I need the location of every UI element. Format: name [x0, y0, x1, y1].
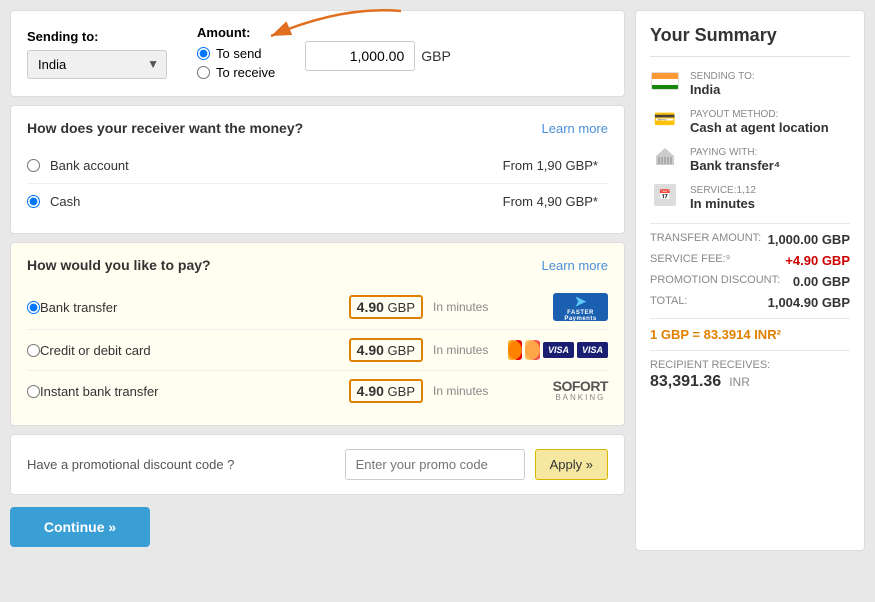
continue-button[interactable]: Continue »	[10, 507, 150, 547]
summary-promotion-label: PROMOTION DISCOUNT:	[650, 274, 780, 289]
summary-sending-to-val: India	[690, 82, 755, 97]
amount-input[interactable]	[305, 41, 415, 71]
bank-account-fee: From 1,90 GBP*	[503, 158, 598, 173]
cash-label: Cash	[50, 194, 503, 209]
summary-payout-label: PAYOUT METHOD:	[690, 109, 829, 120]
to-send-radio[interactable]	[197, 47, 210, 60]
promo-input[interactable]	[345, 449, 525, 480]
summary-total-label: TOTAL:	[650, 295, 688, 310]
india-flag-icon	[650, 71, 680, 91]
summary-recipient-row: RECIPIENT RECEIVES: 83,391.36 INR	[650, 359, 850, 391]
currency-label: GBP	[421, 48, 451, 64]
summary-panel: Your Summary SENDING TO: India 💳 PAYOUT	[635, 10, 865, 551]
summary-sending-to-label: SENDING TO:	[690, 71, 755, 82]
instant-bank-option[interactable]: Instant bank transfer 4.90 GBP In minute…	[27, 371, 608, 411]
bank-icon	[650, 147, 680, 167]
bank-transfer-radio[interactable]	[27, 301, 40, 314]
promo-label: Have a promotional discount code ?	[27, 457, 335, 472]
destination-select[interactable]: India	[27, 50, 167, 79]
maestro-icon	[508, 340, 522, 360]
bank-transfer-time: In minutes	[433, 300, 508, 314]
instant-bank-radio[interactable]	[27, 385, 40, 398]
summary-transfer-amount-label: TRANSFER AMOUNT:	[650, 232, 761, 247]
visa-icon-2: VISA	[577, 342, 608, 358]
bank-building-icon	[654, 146, 676, 168]
summary-sending-to: SENDING TO: India	[650, 71, 850, 97]
calendar-icon: 📅	[650, 185, 680, 205]
summary-promotion-row: PROMOTION DISCOUNT: 0.00 GBP	[650, 274, 850, 289]
summary-service-label: SERVICE:1,12	[690, 185, 756, 196]
to-receive-radio[interactable]	[197, 66, 210, 79]
summary-service: 📅 SERVICE:1,12 In minutes	[650, 185, 850, 211]
credit-debit-time: In minutes	[433, 343, 508, 357]
cash-option[interactable]: Cash From 4,90 GBP*	[27, 184, 608, 219]
summary-paying-label: PAYING WITH:	[690, 147, 780, 158]
summary-recipient-label: RECIPIENT RECEIVES:	[650, 359, 850, 371]
bank-account-option[interactable]: Bank account From 1,90 GBP*	[27, 148, 608, 184]
bank-transfer-fee: 4.90 GBP	[349, 295, 423, 319]
summary-recipient-currency: INR	[729, 375, 750, 389]
cash-fee: From 4,90 GBP*	[503, 194, 598, 209]
card-logos: VISA VISA	[508, 340, 608, 360]
bank-transfer-option[interactable]: Bank transfer 4.90 GBP In minutes ➤ FAST…	[27, 285, 608, 330]
summary-promotion-val: 0.00 GBP	[793, 274, 850, 289]
visa-icon-1: VISA	[543, 342, 574, 358]
summary-transfer-amount-row: TRANSFER AMOUNT: 1,000.00 GBP	[650, 232, 850, 247]
summary-service-fee-val: +4.90 GBP	[785, 253, 850, 268]
credit-debit-radio[interactable]	[27, 344, 40, 357]
to-send-label: To send	[216, 46, 262, 61]
pay-learn-more[interactable]: Learn more	[542, 258, 608, 273]
summary-paying-val: Bank transfer⁴	[690, 158, 780, 173]
to-receive-label: To receive	[216, 65, 275, 80]
sofort-logo: SOFORT BANKING	[508, 379, 608, 403]
summary-service-fee-label: SERVICE FEE:⁹	[650, 253, 730, 268]
bank-account-label: Bank account	[50, 158, 503, 173]
instant-bank-time: In minutes	[433, 384, 508, 398]
payout-icon: 💳	[650, 109, 680, 129]
credit-debit-label: Credit or debit card	[40, 343, 349, 358]
receiver-section-title: How does your receiver want the money?	[27, 120, 303, 136]
summary-paying: PAYING WITH: Bank transfer⁴	[650, 147, 850, 173]
instant-bank-fee: 4.90 GBP	[349, 379, 423, 403]
summary-recipient-amount: 83,391.36	[650, 373, 721, 391]
sending-to-label: Sending to:	[27, 29, 167, 44]
mastercard-icon	[525, 340, 539, 360]
exchange-rate: 1 GBP = 83.3914 INR²	[650, 327, 850, 342]
instant-bank-label: Instant bank transfer	[40, 384, 349, 399]
bank-account-radio[interactable]	[27, 159, 40, 172]
bank-transfer-label: Bank transfer	[40, 300, 349, 315]
summary-service-val: In minutes	[690, 196, 756, 211]
summary-payout-val: Cash at agent location	[690, 120, 829, 135]
summary-total-row: TOTAL: 1,004.90 GBP	[650, 295, 850, 310]
receiver-learn-more[interactable]: Learn more	[542, 121, 608, 136]
apply-button[interactable]: Apply »	[535, 449, 608, 480]
summary-title: Your Summary	[650, 25, 850, 57]
pay-section-title: How would you like to pay?	[27, 257, 211, 273]
summary-total-val: 1,004.90 GBP	[768, 295, 850, 310]
summary-transfer-amount-val: 1,000.00 GBP	[768, 232, 850, 247]
faster-payments-logo: ➤ FASTER Payments	[508, 293, 608, 321]
credit-debit-option[interactable]: Credit or debit card 4.90 GBP In minutes…	[27, 330, 608, 371]
promo-section: Have a promotional discount code ? Apply…	[10, 434, 625, 495]
cash-radio[interactable]	[27, 195, 40, 208]
credit-debit-fee: 4.90 GBP	[349, 338, 423, 362]
summary-payout: 💳 PAYOUT METHOD: Cash at agent location	[650, 109, 850, 135]
amount-label: Amount:	[197, 25, 275, 40]
summary-service-fee-row: SERVICE FEE:⁹ +4.90 GBP	[650, 253, 850, 268]
